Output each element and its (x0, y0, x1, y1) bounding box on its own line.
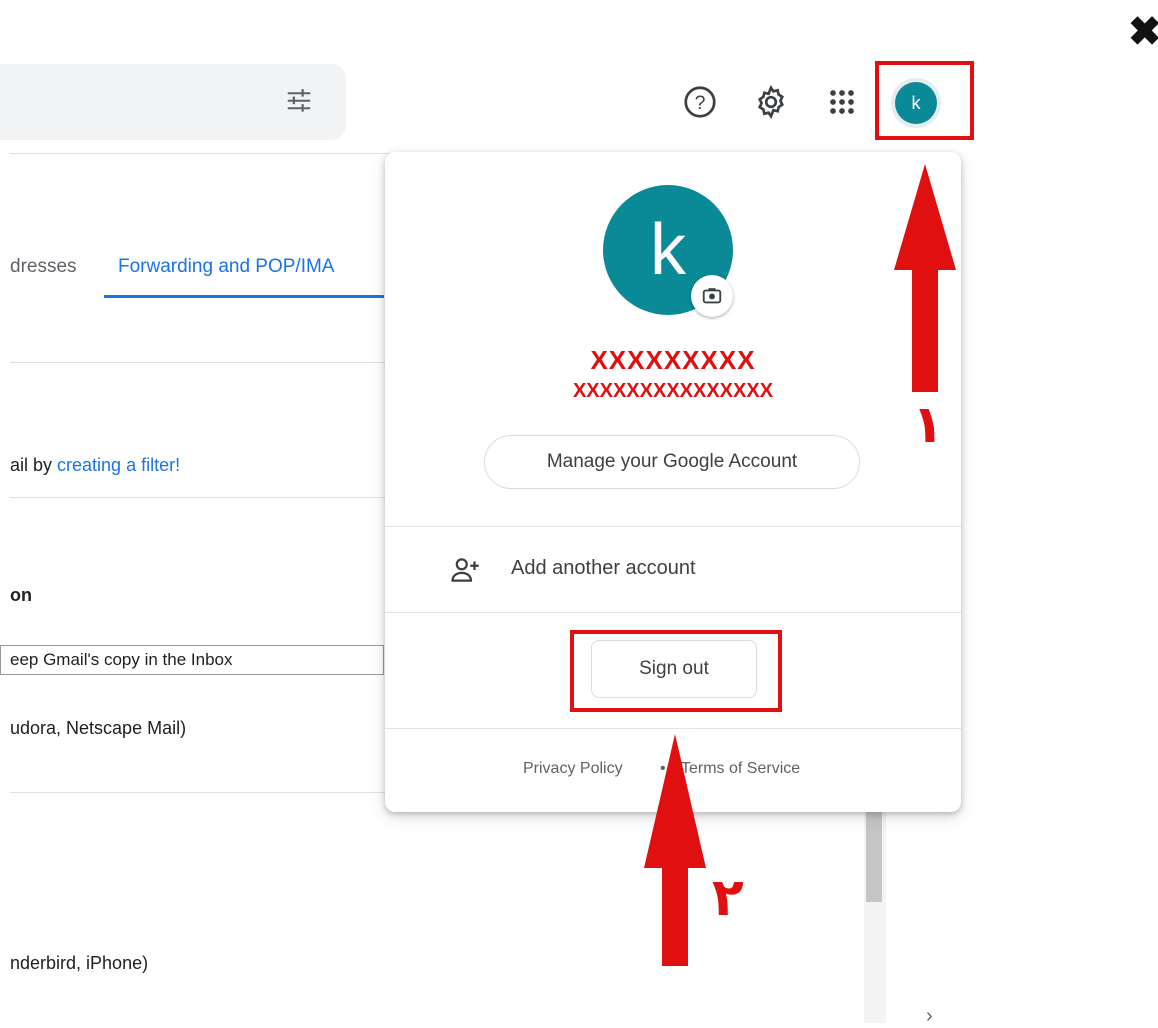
search-options-icon[interactable] (284, 86, 314, 116)
annotation-highlight-avatar (875, 61, 974, 140)
camera-icon (702, 288, 722, 304)
tab-forwarding-pop-imap[interactable]: Forwarding and POP/IMA (118, 256, 334, 278)
create-filter-link[interactable]: creating a filter! (57, 455, 180, 475)
apps-grid-icon[interactable] (824, 84, 860, 120)
privacy-policy-link[interactable]: Privacy Policy (523, 760, 623, 778)
annotation-arrow-up-2 (644, 734, 706, 966)
section-divider (10, 792, 385, 793)
annotation-highlight-signout (570, 630, 782, 712)
settings-gear-icon[interactable] (753, 84, 789, 120)
account-name-redacted: XXXXXXXXX (590, 345, 756, 375)
header-divider (10, 153, 390, 154)
section-heading: on (10, 585, 32, 605)
filter-hint-text: ail by creating a filter! (10, 455, 180, 476)
popup-divider (385, 728, 961, 729)
svg-text:?: ? (695, 92, 706, 114)
imap-clients-text: nderbird, iPhone) (10, 953, 149, 973)
annotation-arrow-up-1 (894, 164, 956, 392)
annotation-step-2: ۲ (712, 868, 744, 928)
section-divider (10, 362, 385, 363)
account-popup: k XXXXXXXXX XXXXXXXXXXXXXXX Manage your … (385, 152, 961, 812)
close-icon[interactable]: ✖ (1128, 12, 1158, 52)
popup-divider (385, 526, 961, 527)
forwarding-action-value: eep Gmail's copy in the Inbox (10, 650, 233, 669)
pop-clients-text: udora, Netscape Mail) (10, 718, 187, 738)
account-email-redacted: XXXXXXXXXXXXXXX (572, 380, 774, 402)
add-another-account[interactable]: Add another account (511, 557, 696, 580)
tab-addresses[interactable]: dresses (10, 256, 77, 278)
filter-hint-prefix: ail by (10, 455, 58, 475)
manage-google-account-button[interactable]: Manage your Google Account (484, 435, 860, 489)
section-divider (10, 497, 385, 498)
chevron-right-icon[interactable]: › (926, 1005, 933, 1028)
scrollbar-thumb[interactable] (866, 812, 882, 902)
help-icon[interactable]: ? (682, 84, 718, 120)
change-photo-button[interactable] (691, 275, 733, 317)
annotation-step-1: ۱ (912, 395, 944, 455)
popup-divider (385, 612, 961, 613)
active-tab-underline (104, 295, 384, 298)
add-account-icon (451, 558, 479, 582)
